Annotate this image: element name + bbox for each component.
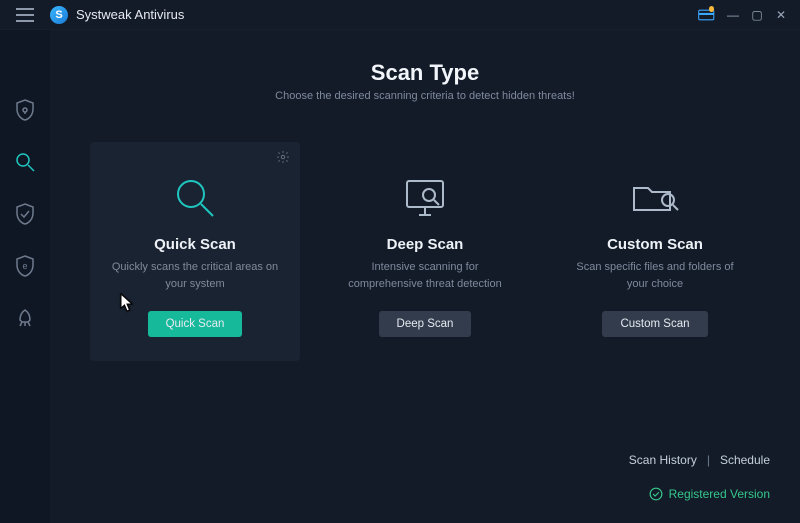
page-title: Scan Type <box>80 60 770 86</box>
custom-scan-button[interactable]: Custom Scan <box>602 311 707 337</box>
quick-scan-button[interactable]: Quick Scan <box>148 311 243 337</box>
registered-status: Registered Version <box>649 487 770 501</box>
page-subtitle: Choose the desired scanning criteria to … <box>80 90 770 102</box>
close-button[interactable]: ✕ <box>770 4 792 26</box>
credit-card-icon[interactable] <box>698 4 720 26</box>
title-bar: S Systweak Antivirus — ▢ ✕ <box>0 0 800 30</box>
deep-scan-button[interactable]: Deep Scan <box>379 311 472 337</box>
sidebar-item-shield[interactable] <box>0 194 50 234</box>
divider: | <box>707 453 710 467</box>
scan-cards: Quick Scan Quickly scans the critical ar… <box>80 142 770 361</box>
custom-scan-title: Custom Scan <box>560 236 750 253</box>
sidebar-item-scan[interactable] <box>0 142 50 182</box>
schedule-link[interactable]: Schedule <box>720 453 770 467</box>
svg-text:e: e <box>22 261 27 271</box>
registered-label: Registered Version <box>669 487 770 501</box>
main-content: Scan Type Choose the desired scanning cr… <box>50 30 800 523</box>
maximize-button[interactable]: ▢ <box>746 4 768 26</box>
deep-scan-title: Deep Scan <box>330 236 520 253</box>
hamburger-menu[interactable] <box>0 0 50 29</box>
deep-scan-card[interactable]: Deep Scan Intensive scanning for compreh… <box>320 142 530 361</box>
gear-icon[interactable] <box>276 150 290 169</box>
deep-scan-desc: Intensive scanning for comprehensive thr… <box>330 259 520 293</box>
sidebar: e <box>0 30 50 523</box>
sidebar-item-rocket[interactable] <box>0 298 50 338</box>
minimize-button[interactable]: — <box>722 4 744 26</box>
custom-scan-card[interactable]: Custom Scan Scan specific files and fold… <box>550 142 760 361</box>
sidebar-item-lock[interactable] <box>0 90 50 130</box>
folder-scan-icon <box>560 170 750 226</box>
monitor-scan-icon <box>330 170 520 226</box>
quick-scan-desc: Quickly scans the critical areas on your… <box>100 259 290 293</box>
magnifier-icon <box>100 170 290 226</box>
app-logo-icon: S <box>50 6 68 24</box>
window-controls: — ▢ ✕ <box>698 4 792 26</box>
quick-scan-card[interactable]: Quick Scan Quickly scans the critical ar… <box>90 142 300 361</box>
quick-scan-title: Quick Scan <box>100 236 290 253</box>
app-title: Systweak Antivirus <box>76 7 184 22</box>
app-logo-area: S Systweak Antivirus <box>50 6 184 24</box>
scan-history-link[interactable]: Scan History <box>629 453 697 467</box>
sidebar-item-web[interactable]: e <box>0 246 50 286</box>
custom-scan-desc: Scan specific files and folders of your … <box>560 259 750 293</box>
footer-links: Scan History | Schedule <box>629 453 770 467</box>
